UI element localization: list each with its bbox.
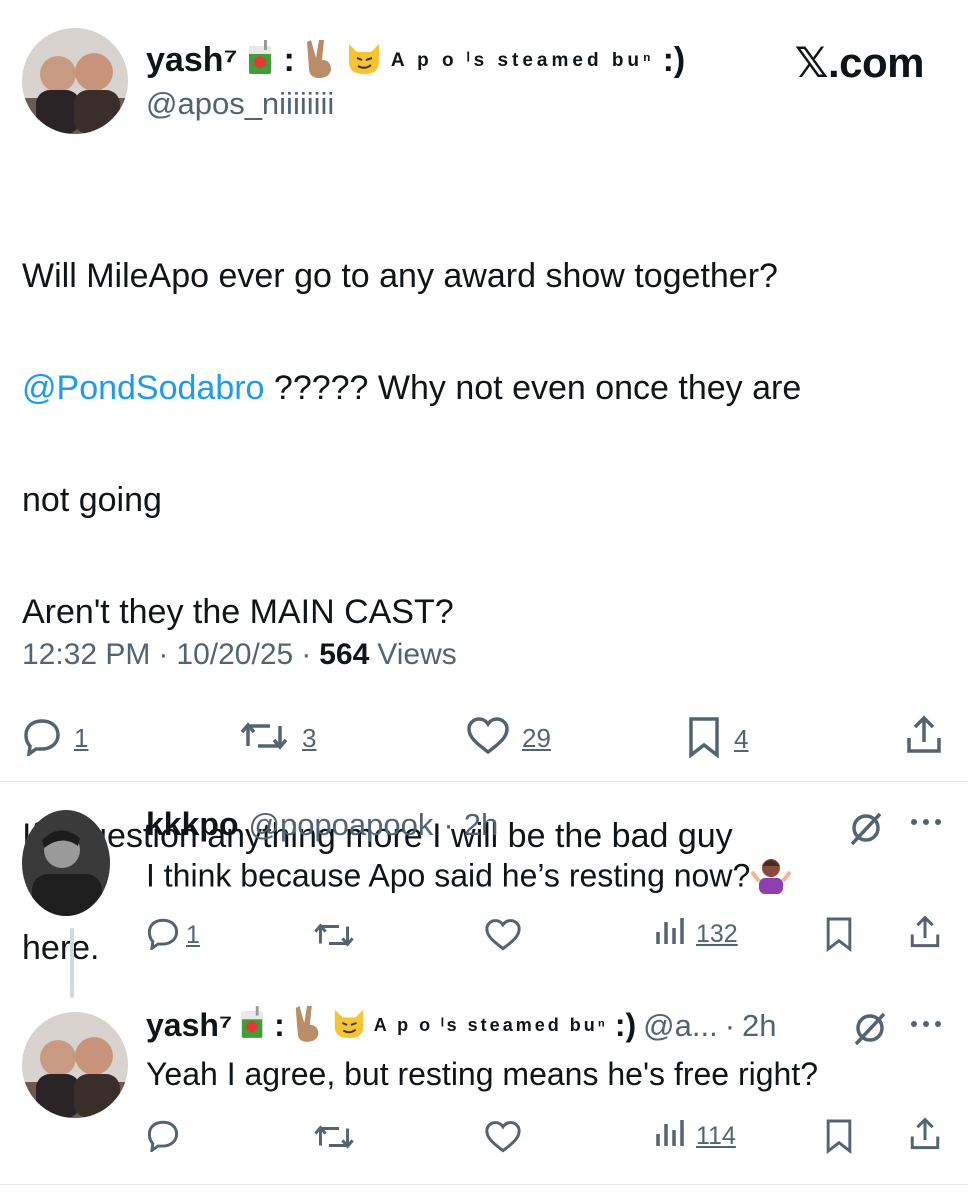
tweet-time[interactable]: 12:32 PM (22, 638, 150, 672)
grok-icon[interactable] (848, 810, 884, 851)
tweet-line-2-rest: ????? Why not even once they are (264, 369, 802, 407)
reply-1-views-button[interactable]: 132 (654, 916, 738, 953)
bookmark-icon (826, 917, 852, 952)
author-name-row: yash⁷ : A p o ˡs steamed buⁿ :) (146, 38, 685, 83)
name-smiley: :) (662, 41, 686, 79)
reply-2-text: Yeah I agree, but resting means he's fre… (146, 1056, 819, 1092)
smirking-cat-icon (345, 40, 383, 81)
reply-2-views-button[interactable]: 114 (654, 1118, 736, 1155)
bookmark-icon (826, 1119, 852, 1154)
reply-1-views: 132 (696, 920, 738, 948)
reply-2-handle[interactable]: @a... (643, 1008, 718, 1044)
bookmark-count: 4 (734, 724, 749, 754)
name-suffix-text: A p o ˡs steamed buⁿ (373, 1015, 608, 1035)
views-count: 564 (319, 638, 370, 671)
heart-icon (485, 1121, 521, 1153)
meta-sep: · (301, 638, 312, 671)
share-icon (904, 714, 944, 761)
reply-2-like-button[interactable] (484, 1120, 522, 1159)
reply-1-bookmark-button[interactable] (824, 916, 854, 957)
reply-button[interactable]: 1 (22, 716, 88, 761)
meta-sep: · (158, 638, 169, 671)
reply-1-time[interactable]: 2h (464, 807, 498, 843)
victory-hand-icon (292, 1004, 324, 1047)
avatar-main[interactable] (22, 28, 128, 134)
tweet-line-2: @PondSodabro ????? Why not even once the… (22, 360, 952, 416)
name-colon: : (283, 41, 295, 79)
reply-1-sep: · (443, 807, 454, 842)
reply-2-views: 114 (696, 1122, 736, 1150)
reply-icon (147, 1120, 179, 1154)
like-button[interactable]: 29 (466, 716, 551, 761)
smirking-cat-icon (331, 1006, 367, 1045)
tweet-line-3: not going (22, 481, 162, 519)
juice-box-icon (246, 40, 276, 81)
reply-count: 1 (74, 723, 89, 753)
repost-icon (238, 716, 290, 761)
tweet-date[interactable]: 10/20/25 (176, 638, 293, 672)
reply-1-name[interactable]: kkkpo (146, 806, 238, 843)
reply-2-name[interactable]: yash⁷ (146, 1007, 232, 1044)
name-smiley: :) (614, 1007, 637, 1043)
name-suffix-text: A p o ˡs steamed buⁿ (390, 49, 655, 71)
reply-1-header: kkkpo @popoapook · 2h (146, 806, 498, 843)
reply-1-handle[interactable]: @popoapook (248, 807, 433, 843)
tweet-body: Will MileApo ever go to any award show t… (22, 192, 952, 1032)
bookmark-icon (686, 716, 722, 763)
brand-logo: 𝕏.com (794, 39, 925, 86)
tweet-meta: 12:32 PM · 10/20/25 · 564 Views (22, 638, 457, 672)
reply-2-reply-button[interactable] (146, 1118, 180, 1157)
tweet-line-4: Aren't they the MAIN CAST? (22, 593, 454, 631)
mention-link[interactable]: @PondSodabro (22, 369, 264, 407)
bookmark-button[interactable]: 4 (686, 716, 748, 763)
reply-icon (146, 916, 180, 955)
divider (0, 781, 968, 782)
reply-2-time[interactable]: 2h (742, 1008, 776, 1044)
grok-icon[interactable] (852, 1010, 888, 1051)
name-colon: : (274, 1007, 285, 1043)
views-icon (654, 1118, 686, 1155)
heart-icon (485, 919, 521, 951)
share-button[interactable] (904, 714, 944, 761)
juice-box-icon (239, 1006, 267, 1045)
author-display-name[interactable]: yash⁷ (146, 41, 238, 80)
repost-icon (314, 923, 354, 947)
thread-connector (70, 928, 74, 998)
like-count: 29 (522, 723, 551, 753)
reply-1-text: I think because Apo said he’s resting no… (146, 854, 792, 902)
person-shrugging-icon (750, 854, 792, 902)
author-handle[interactable]: @apos_niiiiiiii (146, 86, 334, 122)
avatar-reply-1[interactable] (22, 810, 110, 916)
share-icon (910, 915, 940, 948)
reply-2-repost-button[interactable] (312, 1120, 356, 1159)
tweet-line-1: Will MileApo ever go to any award show t… (22, 257, 778, 295)
views-icon (654, 916, 686, 953)
reply-2-sep: · (724, 1007, 736, 1043)
reply-icon (22, 716, 62, 761)
reply-2-share-button[interactable] (908, 1116, 942, 1157)
reply-1-share-button[interactable] (908, 914, 942, 955)
avatar-reply-2[interactable] (22, 1012, 128, 1118)
reply-2-header: yash⁷ : A p o ˡs steamed buⁿ :) @a... · … (146, 1004, 777, 1047)
reply-1-reply-count: 1 (186, 921, 200, 949)
views-label: Views (377, 638, 457, 671)
reply-1-body: I think because Apo said he’s resting no… (146, 857, 751, 894)
reply-2-bookmark-button[interactable] (824, 1118, 854, 1159)
reply-1-repost-button[interactable] (312, 918, 356, 957)
victory-hand-icon (303, 38, 337, 83)
more-options-icon[interactable] (908, 1016, 944, 1037)
repost-button[interactable]: 3 (238, 716, 316, 761)
heart-icon (466, 716, 510, 761)
more-options-icon[interactable] (908, 814, 944, 835)
share-icon (910, 1117, 940, 1150)
divider (0, 1184, 968, 1185)
reply-1-like-button[interactable] (484, 918, 522, 957)
repost-icon (314, 1125, 354, 1149)
repost-count: 3 (302, 723, 317, 753)
reply-1-reply-button[interactable]: 1 (146, 916, 200, 955)
